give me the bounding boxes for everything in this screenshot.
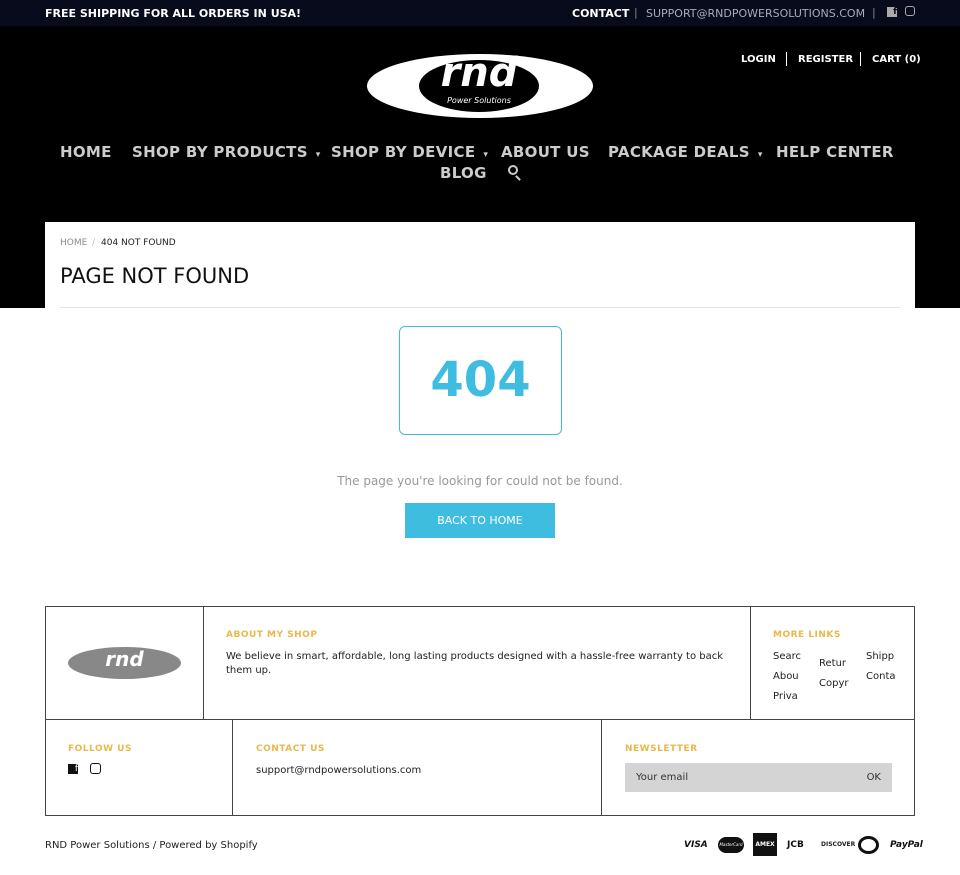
amex-icon: AMEX: [753, 833, 777, 856]
nav-about-us[interactable]: ABOUT US: [501, 143, 590, 161]
nav-help-center[interactable]: HELP CENTER: [776, 143, 894, 161]
chevron-down-icon: ▾: [757, 150, 763, 160]
contact-email[interactable]: support@rndpowersolutions.com: [256, 765, 421, 776]
contact-title: CONTACT US: [256, 744, 325, 754]
chevron-down-icon: ▾: [315, 150, 321, 160]
nav-home[interactable]: HOME: [60, 143, 112, 161]
mastercard-icon: MasterCard: [718, 837, 744, 853]
about-title: ABOUT MY SHOP: [226, 630, 318, 640]
nav-package-deals[interactable]: PACKAGE DEALS ▾: [608, 143, 763, 161]
follow-title: FOLLOW US: [68, 744, 132, 754]
footer-link[interactable]: Conta: [866, 671, 896, 682]
top-bar: FREE SHIPPING FOR ALL ORDERS IN USA! CON…: [0, 0, 960, 26]
discover-icon: DISCOVER: [821, 841, 856, 848]
instagram-icon[interactable]: [90, 763, 101, 774]
page-title: PAGE NOT FOUND: [60, 264, 250, 288]
facebook-icon[interactable]: f: [887, 7, 897, 17]
separator: |: [634, 6, 638, 19]
error-code: 404: [399, 326, 562, 435]
contact-link[interactable]: CONTACT: [572, 7, 629, 20]
chevron-down-icon: ▾: [483, 150, 489, 160]
promo-text: FREE SHIPPING FOR ALL ORDERS IN USA!: [45, 7, 302, 20]
nav-blog[interactable]: BLOG: [440, 164, 487, 182]
paypal-icon: PayPal: [890, 840, 923, 850]
footer-link[interactable]: Searc: [773, 651, 801, 662]
footer-logo[interactable]: rnd: [68, 647, 181, 679]
breadcrumb-home[interactable]: HOME: [60, 238, 87, 248]
error-message: The page you're looking for could not be…: [337, 474, 623, 488]
search-icon[interactable]: [508, 165, 521, 181]
jcb-icon: JCB: [787, 840, 804, 850]
separator: |: [872, 6, 876, 19]
footer-link[interactable]: Retur: [819, 658, 846, 669]
divider: [60, 307, 900, 308]
instagram-icon[interactable]: [905, 6, 915, 16]
diners-icon: [858, 836, 879, 854]
cart-link[interactable]: CART (0): [872, 54, 921, 65]
email-placeholder: Your email: [636, 772, 689, 783]
footer-link[interactable]: Shipp: [866, 651, 894, 662]
content-header: HOME / 404 NOT FOUND PAGE NOT FOUND: [45, 222, 915, 308]
ok-button[interactable]: OK: [867, 772, 881, 783]
newsletter-title: NEWSLETTER: [625, 744, 698, 754]
logo[interactable]: rnd Power Solutions: [367, 50, 593, 118]
nav-shop-by-products[interactable]: SHOP BY PRODUCTS ▾: [132, 143, 321, 161]
footer-link[interactable]: Abou: [773, 671, 799, 682]
facebook-icon[interactable]: f: [68, 764, 78, 774]
newsletter-input[interactable]: Your email OK: [625, 763, 892, 792]
copyright: RND Power Solutions / Powered by Shopify: [45, 840, 258, 851]
nav-shop-by-device[interactable]: SHOP BY DEVICE ▾: [331, 143, 488, 161]
register-link[interactable]: REGISTER: [798, 54, 853, 65]
footer-link[interactable]: Copyr: [819, 678, 848, 689]
breadcrumb-current: 404 NOT FOUND: [101, 238, 176, 248]
about-text: We believe in smart, affordable, long la…: [226, 651, 724, 676]
more-links-title: MORE LINKS: [773, 630, 841, 640]
back-to-home-button[interactable]: BACK TO HOME: [405, 503, 555, 538]
email-link[interactable]: SUPPORT@RNDPOWERSOLUTIONS.COM: [646, 7, 865, 20]
breadcrumb-separator: /: [92, 238, 96, 248]
visa-icon: VISA: [684, 840, 708, 850]
login-link[interactable]: LOGIN: [741, 54, 776, 65]
footer-link[interactable]: Priva: [773, 691, 798, 702]
